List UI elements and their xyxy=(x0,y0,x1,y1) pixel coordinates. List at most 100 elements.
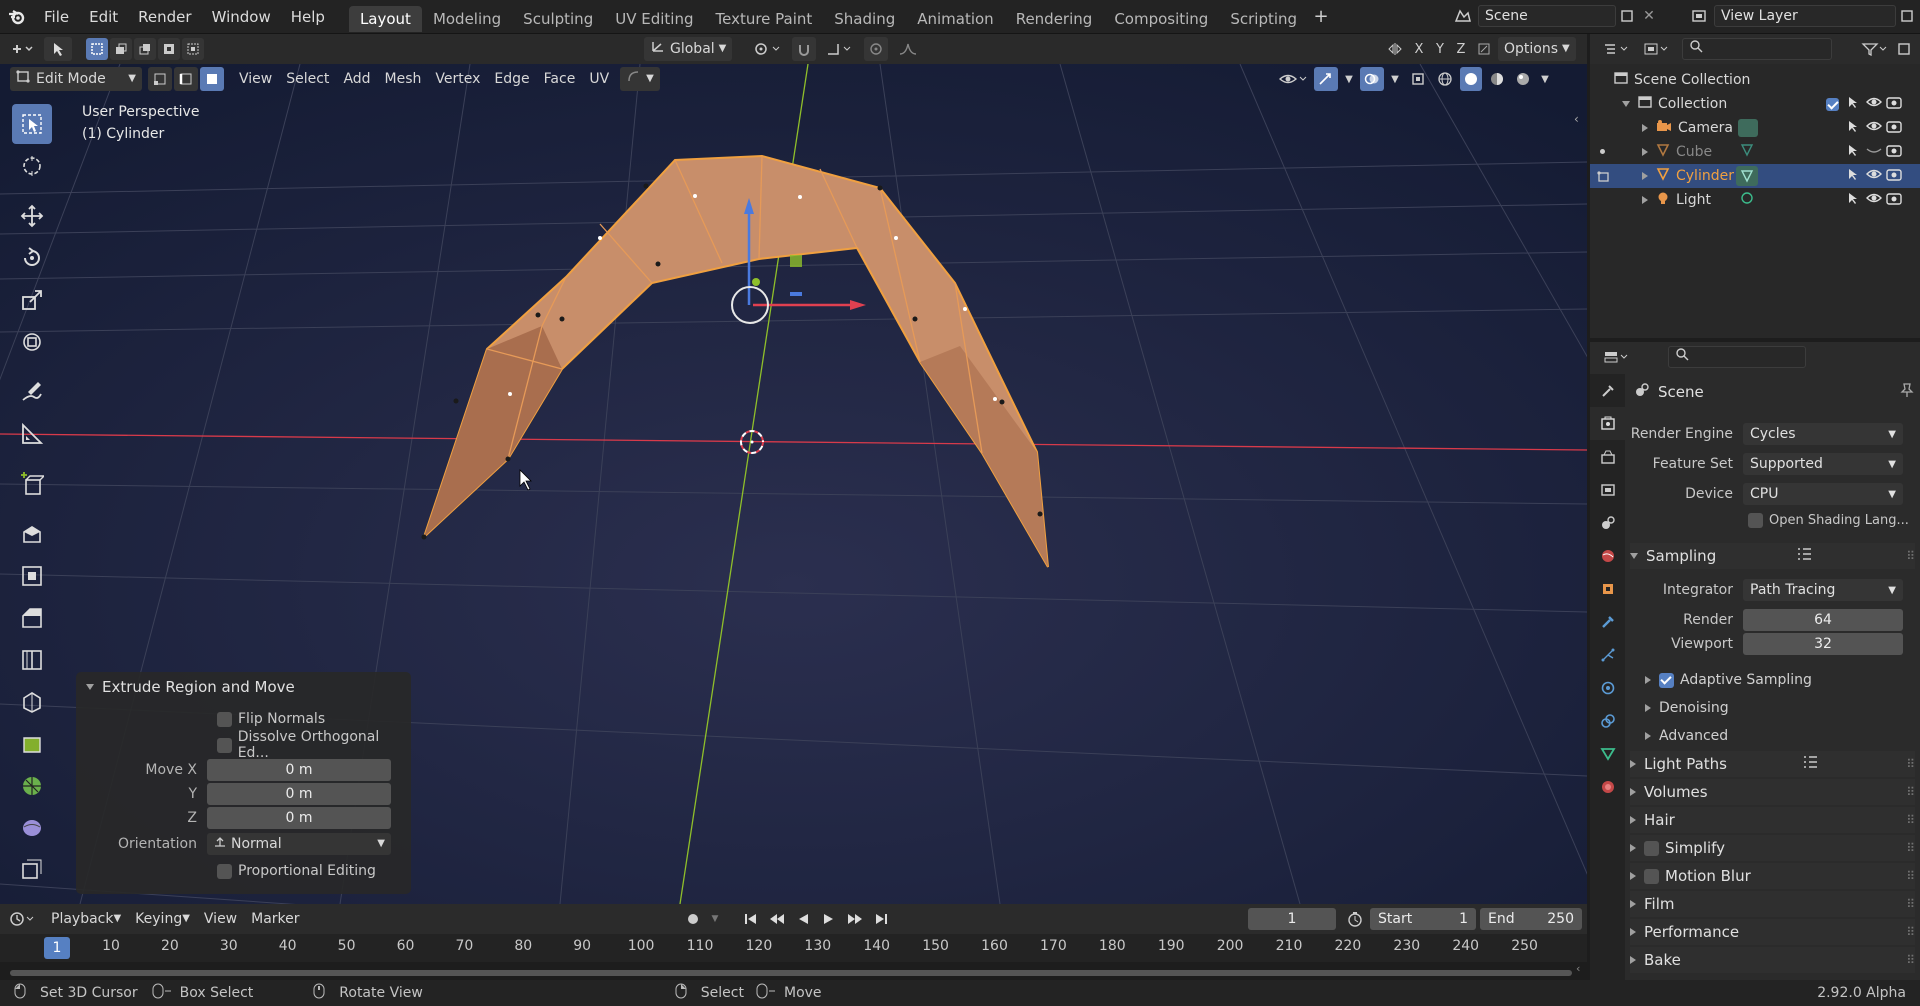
orientation-dropdown[interactable]: Normal ▼ xyxy=(207,833,391,855)
editor-type-icon[interactable] xyxy=(0,37,44,61)
menu-help[interactable]: Help xyxy=(281,0,335,34)
gizmo-dropdown-icon[interactable]: ▼ xyxy=(1342,67,1356,91)
mirror-icon[interactable] xyxy=(1385,38,1407,60)
edit-dot-icon[interactable] xyxy=(1600,149,1605,154)
advanced-subpanel[interactable]: Advanced xyxy=(1645,724,1915,748)
tab-texture-paint[interactable]: Texture Paint xyxy=(704,6,823,32)
device-dropdown[interactable]: CPU ▼ xyxy=(1743,483,1903,505)
edit-mode-toggle-icon[interactable] xyxy=(1596,168,1612,188)
mirror-axis-z[interactable]: Z xyxy=(1452,38,1470,60)
record-dropdown-icon[interactable]: ▼ xyxy=(708,908,722,930)
expand-icon[interactable] xyxy=(1642,124,1648,132)
properties-editor-icon[interactable] xyxy=(1596,345,1636,369)
expand-icon[interactable] xyxy=(1642,148,1648,156)
sampling-panel-header[interactable]: Sampling ⠿ xyxy=(1630,543,1915,569)
film-panel[interactable]: Film ⠿ xyxy=(1630,891,1915,917)
viewport-menu-select[interactable]: Select xyxy=(279,67,336,91)
play-reverse-icon[interactable] xyxy=(792,908,814,930)
drag-handle-icon[interactable]: ⠿ xyxy=(1906,925,1915,939)
mesh-data-icon[interactable] xyxy=(1740,143,1754,161)
outliner-search-input[interactable] xyxy=(1682,38,1832,60)
rotate-tool-icon[interactable] xyxy=(12,238,52,278)
record-icon[interactable] xyxy=(682,908,704,930)
options-dropdown[interactable]: Options ▼ xyxy=(1498,37,1576,61)
presets-icon[interactable] xyxy=(1802,755,1818,773)
eye-icon[interactable] xyxy=(1866,119,1882,137)
output-tab-icon[interactable] xyxy=(1590,440,1625,473)
camera-render-icon[interactable] xyxy=(1886,119,1902,137)
expand-icon[interactable] xyxy=(1642,172,1648,180)
select-toggle-icon[interactable] xyxy=(1846,95,1860,113)
render-engine-dropdown[interactable]: Cycles ▼ xyxy=(1743,423,1903,445)
tab-layout[interactable]: Layout xyxy=(348,5,422,32)
outliner-item-cylinder[interactable]: Cylinder xyxy=(1590,164,1920,188)
menu-render[interactable]: Render xyxy=(128,0,201,34)
integrator-dropdown[interactable]: Path Tracing ▼ xyxy=(1743,579,1903,601)
edge-select-icon[interactable] xyxy=(174,67,198,91)
view-layer-tab-icon[interactable] xyxy=(1590,473,1625,506)
feature-set-dropdown[interactable]: Supported ▼ xyxy=(1743,453,1903,475)
select-toggle-icon[interactable] xyxy=(1846,191,1860,209)
annotate-tool-icon[interactable] xyxy=(12,372,52,412)
move-y-field[interactable]: 0 m xyxy=(207,783,391,805)
drag-handle-icon[interactable]: ⠿ xyxy=(1906,813,1915,827)
vertex-select-icon[interactable] xyxy=(148,67,172,91)
drag-handle-icon[interactable]: ⠿ xyxy=(1906,869,1915,883)
eye-icon[interactable] xyxy=(1866,191,1882,209)
proportional-edit-icon[interactable] xyxy=(864,37,888,61)
bevel-tool-icon[interactable] xyxy=(12,598,52,638)
select-extend-icon[interactable] xyxy=(110,38,132,60)
mirror-axis-x[interactable]: X xyxy=(1410,38,1428,60)
proportional-row[interactable]: Proportional Editing xyxy=(76,858,411,884)
timeline-menu-playback[interactable]: Playback ▼ xyxy=(44,907,128,931)
osl-row[interactable]: Open Shading Lang... xyxy=(1625,508,1920,532)
scale-tool-icon[interactable] xyxy=(12,280,52,320)
camera-render-icon[interactable] xyxy=(1886,191,1902,209)
timeline-menu-keying[interactable]: Keying ▼ xyxy=(128,907,197,931)
viewport-menu-view[interactable]: View xyxy=(232,67,279,91)
timeline-scrollbar[interactable] xyxy=(10,970,1572,976)
drag-handle-icon[interactable]: ⠿ xyxy=(1906,897,1915,911)
outliner-item-cube[interactable]: Cube xyxy=(1590,140,1920,164)
new-collection-icon[interactable] xyxy=(1894,37,1914,61)
play-icon[interactable] xyxy=(818,908,840,930)
drag-handle-icon[interactable]: ⠿ xyxy=(1906,841,1915,855)
world-tab-icon[interactable] xyxy=(1590,539,1625,572)
expand-icon[interactable] xyxy=(1642,196,1648,204)
drag-handle-icon[interactable]: ⠿ xyxy=(1906,549,1915,563)
motion-blur-panel[interactable]: Motion Blur ⠿ xyxy=(1630,863,1915,889)
add-workspace-icon[interactable]: + xyxy=(1308,0,1334,34)
tab-rendering[interactable]: Rendering xyxy=(1005,6,1104,32)
select-subtract-icon[interactable] xyxy=(134,38,156,60)
uv-sync-dropdown[interactable]: ▼ xyxy=(620,67,660,91)
select-toggle-icon[interactable] xyxy=(1846,119,1860,137)
tool-tab-icon[interactable] xyxy=(1590,374,1625,407)
extrude-tool-icon[interactable] xyxy=(12,514,52,554)
render-tab-icon[interactable] xyxy=(1590,407,1625,440)
snap-icon[interactable] xyxy=(792,37,816,61)
view-layer-field[interactable]: View Layer xyxy=(1714,5,1896,27)
measure-tool-icon[interactable] xyxy=(12,414,52,454)
snap-target-icon[interactable] xyxy=(822,37,858,61)
gizmo-toggle-icon[interactable] xyxy=(1314,67,1338,91)
light-paths-panel[interactable]: Light Paths ⠿ xyxy=(1630,751,1915,777)
menu-file[interactable]: File xyxy=(34,0,79,34)
tab-modeling[interactable]: Modeling xyxy=(422,6,512,32)
solid-shading-icon[interactable] xyxy=(1460,67,1482,91)
physics-tab-icon[interactable] xyxy=(1590,671,1625,704)
preview-range-icon[interactable] xyxy=(1344,908,1366,930)
filter-icon[interactable] xyxy=(1854,37,1894,61)
menu-edit[interactable]: Edit xyxy=(79,0,128,34)
osl-checkbox[interactable] xyxy=(1748,512,1763,528)
eye-closed-icon[interactable] xyxy=(1866,143,1882,161)
scene-name-field[interactable]: Scene xyxy=(1478,5,1616,27)
menu-window[interactable]: Window xyxy=(202,0,281,34)
jump-end-icon[interactable] xyxy=(870,908,892,930)
denoising-subpanel[interactable]: Denoising xyxy=(1645,696,1915,720)
volumes-panel[interactable]: Volumes ⠿ xyxy=(1630,779,1915,805)
viewport-menu-add[interactable]: Add xyxy=(336,67,377,91)
expand-icon[interactable] xyxy=(1622,101,1630,107)
select-new-icon[interactable] xyxy=(86,38,108,60)
tab-animation[interactable]: Animation xyxy=(906,6,1004,32)
view-layer-icon[interactable] xyxy=(1684,4,1714,28)
